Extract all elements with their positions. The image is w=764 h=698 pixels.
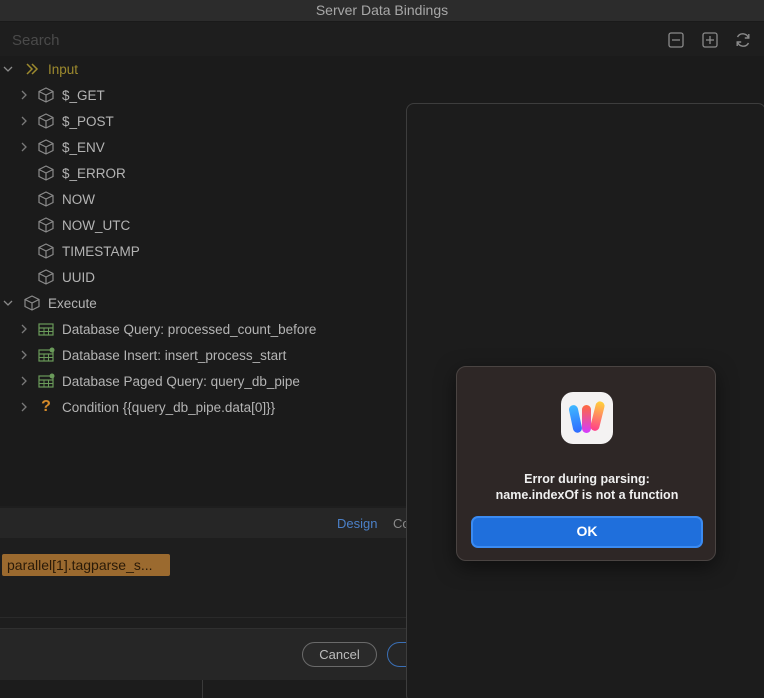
cube-icon [36,267,56,287]
tree-item-label: $_GET [62,87,105,103]
plus-square-icon[interactable] [701,31,719,49]
cube-icon [36,215,56,235]
cube-icon [36,241,56,261]
cube-icon [36,189,56,209]
minus-square-icon[interactable] [667,31,685,49]
tree-item-label: Database Paged Query: query_db_pipe [62,373,300,389]
tree-item-uuid[interactable]: UUID [36,266,95,288]
tree-item-label: Condition {{query_db_pipe.data[0]}} [62,399,276,415]
tree-item-label: $_ENV [62,139,105,155]
search-row [0,26,764,54]
chevron-right-icon[interactable] [18,401,30,413]
search-input[interactable] [0,26,640,54]
chevron-right-icon[interactable] [18,375,30,387]
chevron-right-icon[interactable] [18,89,30,101]
chevron-right-icon[interactable] [18,323,30,335]
tree-item-label: Execute [48,295,97,311]
tree-item-db-paged-query[interactable]: Database Paged Query: query_db_pipe [18,370,300,392]
tree-item-label: Database Insert: insert_process_start [62,347,287,363]
tree-item-db-query[interactable]: Database Query: processed_count_before [18,318,316,340]
refresh-icon[interactable] [734,31,752,49]
tree-item-label: Input [48,61,79,77]
chevron-down-icon[interactable] [2,63,14,75]
tree-item-label: TIMESTAMP [62,243,140,259]
database-table-icon [36,371,56,391]
alert-message: Error during parsing: name.indexOf is no… [457,471,717,503]
tree-item-label: $_ERROR [62,165,126,181]
question-mark-icon: ? [41,398,51,415]
tree-item-db-insert[interactable]: Database Insert: insert_process_start [18,344,286,366]
tree-item-now[interactable]: NOW [36,188,95,210]
tree-item-label: NOW [62,191,95,207]
error-alert-dialog: Error during parsing: name.indexOf is no… [456,366,716,561]
tree-item-label: NOW_UTC [62,217,131,233]
tree-item-label: Database Query: processed_count_before [62,321,317,337]
cube-icon [22,293,42,313]
tree-item-now-utc[interactable]: NOW_UTC [36,214,130,236]
cube-icon [36,111,56,131]
cube-icon [36,163,56,183]
tree-item-get[interactable]: $_GET [18,84,105,106]
ok-button[interactable]: OK [471,516,703,548]
tree-item-error[interactable]: $_ERROR [36,162,126,184]
app-logo-icon [561,392,613,444]
alert-message-line: Error during parsing: [524,472,650,486]
tree-item-condition[interactable]: ? Condition {{query_db_pipe.data[0]}} [18,396,275,418]
cube-icon [36,85,56,105]
binding-chip[interactable]: parallel[1].tagparse_s... [2,554,170,576]
tree-item-post[interactable]: $_POST [18,110,114,132]
tab-design[interactable]: Design [337,516,377,531]
tree-item-input[interactable]: Input [2,58,78,80]
tree-item-label: $_POST [62,113,114,129]
double-chevron-right-icon [22,59,42,79]
tree-item-label: UUID [62,269,95,285]
tree-item-timestamp[interactable]: TIMESTAMP [36,240,140,262]
window-title: Server Data Bindings [0,0,764,22]
chevron-down-icon[interactable] [2,297,14,309]
database-table-icon [36,319,56,339]
chevron-right-icon[interactable] [18,349,30,361]
divider [202,680,203,698]
tree-item-execute[interactable]: Execute [2,292,97,314]
cube-icon [36,137,56,157]
chevron-right-icon[interactable] [18,115,30,127]
chevron-right-icon[interactable] [18,141,30,153]
tree-item-env[interactable]: $_ENV [18,136,105,158]
alert-message-line: name.indexOf is not a function [495,488,679,502]
cancel-button[interactable]: Cancel [302,642,377,667]
database-insert-icon [36,345,56,365]
